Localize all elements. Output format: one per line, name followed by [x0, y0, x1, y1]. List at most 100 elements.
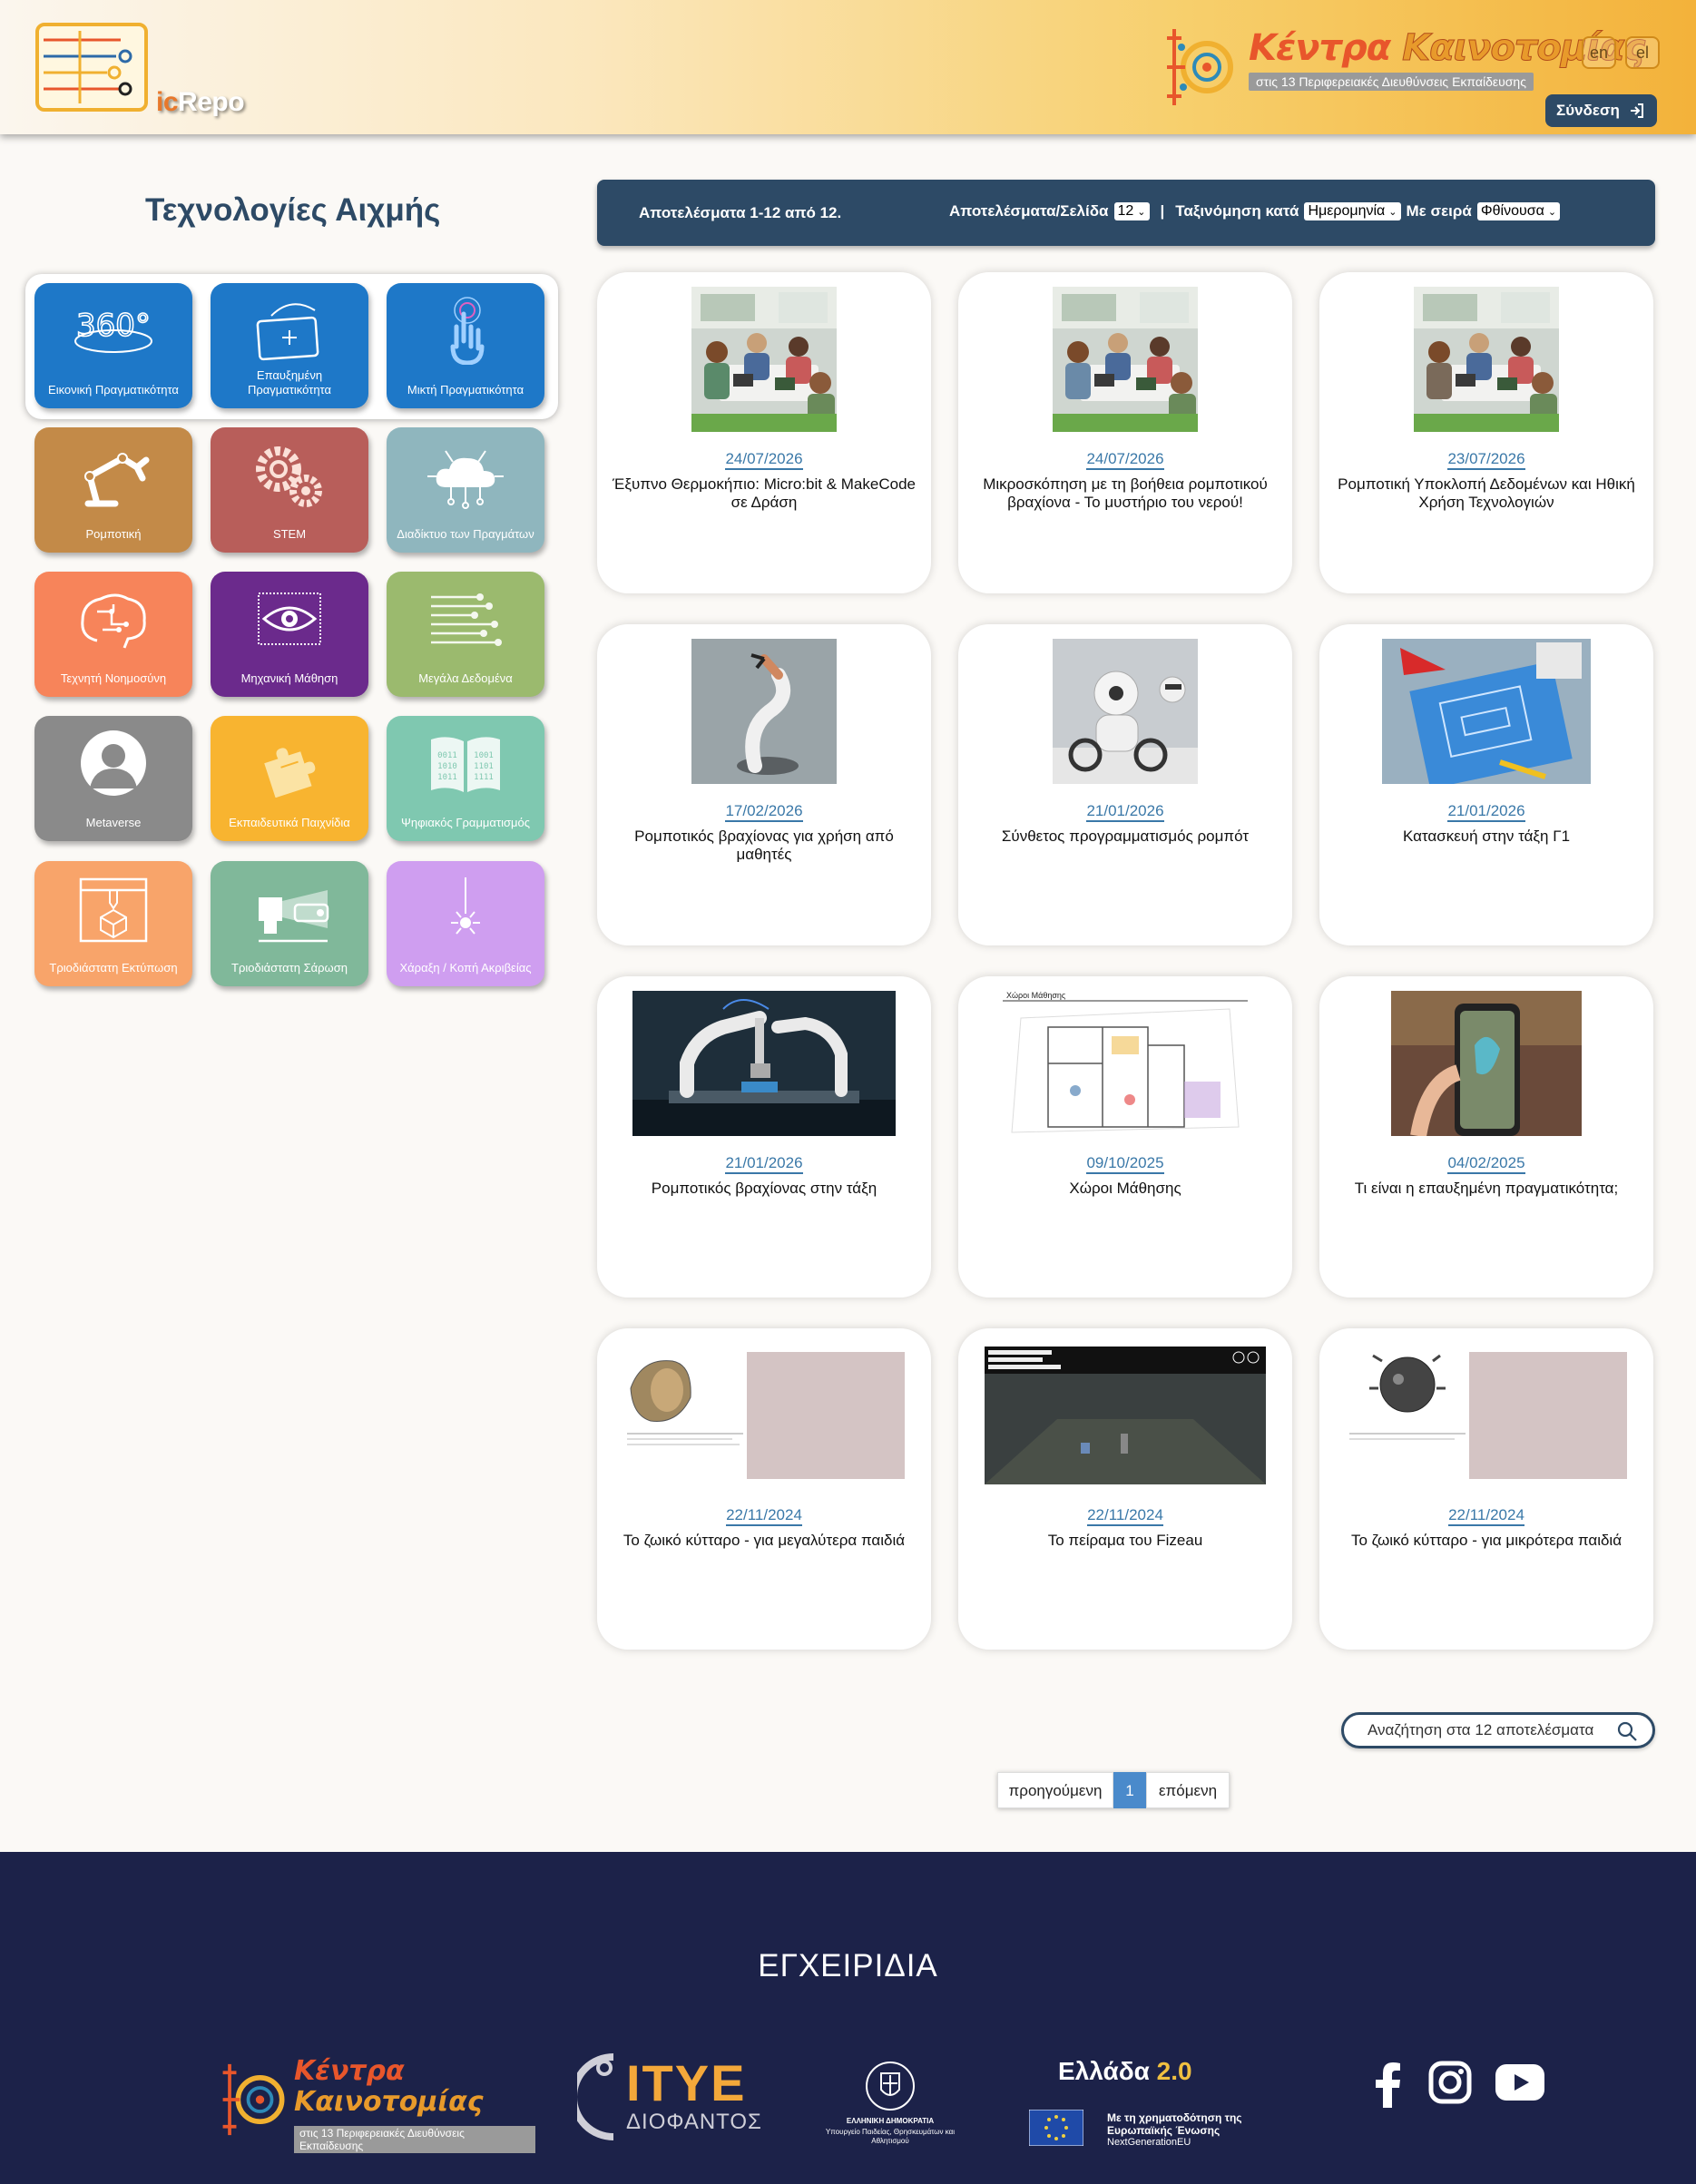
card-thumbnail[interactable] [1382, 639, 1591, 784]
card-date[interactable]: 24/07/2026 [597, 450, 931, 470]
tech-tile[interactable]: Μεγάλα Δεδομένα [387, 572, 544, 697]
card-thumbnail[interactable] [1391, 991, 1582, 1136]
card-date[interactable]: 22/11/2024 [1319, 1506, 1653, 1526]
tech-tile[interactable]: Ρομποτική [34, 427, 192, 553]
card-date[interactable]: 17/02/2026 [597, 802, 931, 822]
youtube-icon[interactable] [1495, 2064, 1544, 2101]
tech-tile[interactable]: Τριοδιάστατη Εκτύπωση [34, 861, 192, 986]
card-date[interactable]: 09/10/2025 [958, 1154, 1292, 1174]
footer-greece-2-logo[interactable]: Ελλάδα 2.0 Με τη χρηματοδότηση της Ευρωπ… [1029, 2057, 1247, 2148]
tech-tile[interactable]: Επαυξημένη Πραγματικότητα [211, 283, 368, 408]
result-card[interactable]: 17/02/2026 Ρομποτικός βραχίονας για χρήση… [597, 624, 931, 945]
order-select[interactable]: Φθίνουσα ⌄ [1476, 202, 1561, 220]
card-thumbnail[interactable] [623, 1352, 905, 1479]
card-date[interactable]: 24/07/2026 [958, 450, 1292, 470]
gears-icon [256, 446, 322, 507]
card-thumbnail[interactable] [691, 639, 837, 784]
tech-tile-label: Εκπαιδευτικά Παιχνίδια [229, 816, 350, 829]
result-card[interactable]: 24/07/2026 Μικροσκόπηση με τη βοήθεια ρομ… [958, 272, 1292, 593]
floorplan-caption: Χώροι Μάθησης [1006, 991, 1066, 1000]
card-title[interactable]: Ρομποτικός βραχίονας στην τάξη [612, 1180, 917, 1198]
result-card[interactable]: Χώροι Μάθησης 09/10/2025 Χώροι Μάθησης [958, 976, 1292, 1298]
tech-tile[interactable]: Τριοδιάστατη Σάρωση [211, 861, 368, 986]
sort-select[interactable]: Ημερομηνία ⌄ [1304, 202, 1401, 220]
tech-tile-label: STEM [272, 527, 307, 541]
login-button[interactable]: Σύνδεση [1545, 94, 1657, 127]
brand-word-1: Κέντρα [1249, 27, 1391, 69]
svg-text:1011: 1011 [437, 773, 457, 782]
search-input[interactable]: Αναζήτηση στα 12 αποτελέσματα [1341, 1712, 1655, 1748]
per-page-select[interactable]: 12 ⌄ [1113, 202, 1150, 220]
card-thumbnail[interactable]: Χώροι Μάθησης [1003, 991, 1248, 1136]
manuals-link[interactable]: ΕΓΧΕΙΡΙΔΙΑ [0, 1948, 1696, 1984]
card-title[interactable]: Το πείραμα του Fizeau [973, 1532, 1278, 1550]
card-thumbnail[interactable] [1346, 1352, 1627, 1479]
3d-scanner-icon [259, 890, 329, 943]
result-card[interactable]: 22/11/2024 Το πείραμα του Fizeau [958, 1328, 1292, 1650]
card-title[interactable]: Ρομποτικός βραχίονας για χρήση από μαθητ… [612, 828, 917, 864]
result-card[interactable]: 22/11/2024 Το ζωικό κύτταρο - για μεγαλύτ… [597, 1328, 931, 1650]
card-title[interactable]: Το ζωικό κύτταρο - για μεγαλύτερα παιδιά [612, 1532, 917, 1550]
tech-tile[interactable]: Μικτή Πραγματικότητα [387, 283, 544, 408]
lang-el-button[interactable]: el [1625, 36, 1660, 69]
card-title[interactable]: Κατασκευή στην τάξη Γ1 [1334, 828, 1639, 846]
prev-page-button[interactable]: προηγούμενη [997, 1772, 1113, 1808]
tech-tile[interactable]: Τεχνητή Νοημοσύνη [34, 572, 192, 697]
card-title[interactable]: Σύνθετος προγραμματισμός ρομπότ [973, 828, 1278, 846]
card-date[interactable]: 21/01/2026 [958, 802, 1292, 822]
card-title[interactable]: Ρομποτική Υποκλοπή Δεδομένων και Ηθική Χ… [1334, 475, 1639, 512]
card-thumbnail[interactable] [1053, 287, 1198, 432]
tech-tile[interactable]: STEM [211, 427, 368, 553]
result-card[interactable]: 22/11/2024 Το ζωικό κύτταρο - για μικρότε… [1319, 1328, 1653, 1650]
card-thumbnail[interactable] [1414, 287, 1559, 432]
card-title[interactable]: Τι είναι η επαυξημένη πραγματικότητα; [1334, 1180, 1639, 1198]
card-title[interactable]: Χώροι Μάθησης [973, 1180, 1278, 1198]
card-title[interactable]: Το ζωικό κύτταρο - για μικρότερα παιδιά [1334, 1532, 1639, 1550]
card-title[interactable]: Έξυπνο Θερμοκήπιο: Micro:bit & MakeCode … [612, 475, 917, 512]
eu-flag-icon [1029, 2110, 1083, 2146]
card-date[interactable]: 21/01/2026 [597, 1154, 931, 1174]
robot-arm-image [691, 639, 837, 784]
result-card[interactable]: 21/01/2026 Κατασκευή στην τάξη Γ1 [1319, 624, 1653, 945]
order-label: Με σειρά [1406, 202, 1472, 220]
result-card[interactable]: 21/01/2026 Σύνθετος προγραμματισμός ρομπό… [958, 624, 1292, 945]
card-thumbnail[interactable] [985, 1347, 1266, 1484]
tech-tile[interactable]: 360° Εικονική Πραγματικότητα [34, 283, 192, 408]
footer-ministry-logo[interactable]: ΕΛΛΗΝΙΚΗ ΔΗΜΟΚΡΑΤΙΑ Υπουργείο Παιδείας, … [822, 2059, 958, 2150]
tech-tile[interactable]: Metaverse [34, 716, 192, 841]
footer-itye-logo[interactable]: ΙΤΥΕ ΔΙΟΦΑΝΤΟΣ [577, 2053, 761, 2144]
card-date-text: 22/11/2024 [726, 1506, 802, 1526]
facebook-icon[interactable] [1372, 2061, 1403, 2108]
result-card[interactable]: 23/07/2026 Ρομποτική Υποκλοπή Δεδομένων κ… [1319, 272, 1653, 593]
card-date-text: 04/02/2025 [1447, 1154, 1525, 1174]
card-thumbnail[interactable] [632, 991, 896, 1136]
footer-innovation-centers-logo[interactable]: Κέντρα Καινοτομίας στις 13 Περιφερειακές… [218, 2050, 535, 2153]
innovation-centers-emblem-icon [1167, 29, 1233, 105]
ar-phone-image [1391, 991, 1582, 1136]
card-title[interactable]: Μικροσκόπηση με τη βοήθεια ρομποτικού βρ… [973, 475, 1278, 512]
tech-tile[interactable]: 0011 1010 1011 1001 1101 1111 Ψηφιακός Γραμματ… [387, 716, 544, 841]
result-card[interactable]: 04/02/2025 Τι είναι η επαυξημένη πραγματι… [1319, 976, 1653, 1298]
result-card[interactable]: 24/07/2026 Έξυπνο Θερμοκήπιο: Micro:bit &… [597, 272, 931, 593]
tech-tile[interactable]: Χάραξη / Κοπή Ακριβείας [387, 861, 544, 986]
card-date[interactable]: 22/11/2024 [958, 1506, 1292, 1526]
icrepo-logo-icon[interactable] [34, 22, 149, 113]
card-date-text: 21/01/2026 [1086, 802, 1164, 822]
result-card[interactable]: 21/01/2026 Ρομποτικός βραχίονας στην τάξη [597, 976, 931, 1298]
tech-tile[interactable]: Εκπαιδευτικά Παιχνίδια [211, 716, 368, 841]
card-date[interactable]: 22/11/2024 [597, 1506, 931, 1526]
lang-en-button[interactable]: en [1582, 36, 1616, 69]
login-icon [1631, 103, 1643, 118]
cloud-network-icon [427, 450, 504, 509]
card-date[interactable]: 23/07/2026 [1319, 450, 1653, 470]
next-page-button[interactable]: επόμενη [1146, 1772, 1230, 1808]
card-date[interactable]: 04/02/2025 [1319, 1154, 1653, 1174]
current-page-button[interactable]: 1 [1113, 1772, 1146, 1808]
tech-tile[interactable]: Διαδίκτυο των Πραγμάτων [387, 427, 544, 553]
card-thumbnail[interactable] [1053, 639, 1198, 784]
card-thumbnail[interactable] [691, 287, 837, 432]
tech-tile[interactable]: Μηχανική Μάθηση [211, 572, 368, 697]
instagram-icon[interactable] [1428, 2061, 1472, 2104]
search-icon[interactable] [1616, 1720, 1638, 1742]
card-date[interactable]: 21/01/2026 [1319, 802, 1653, 822]
